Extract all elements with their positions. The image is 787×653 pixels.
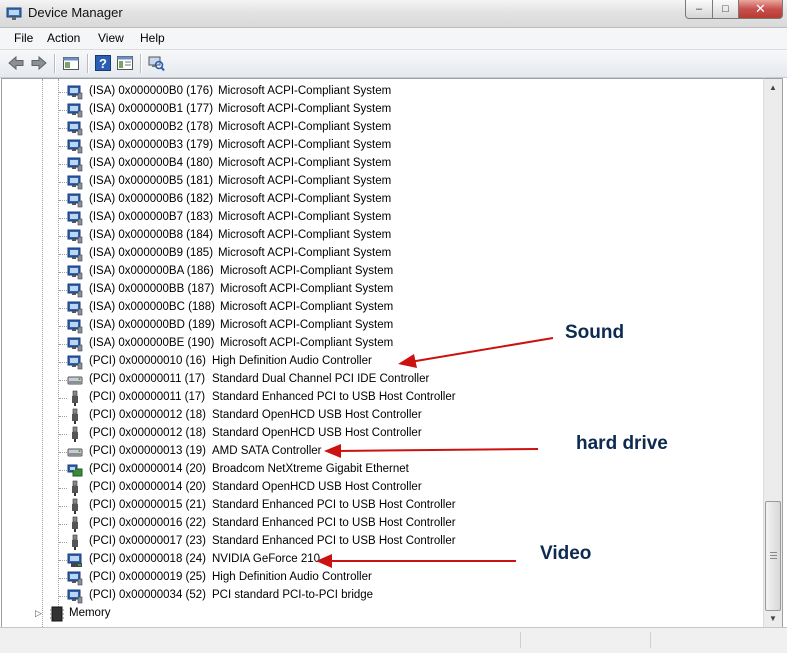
annotation-layer (316, 337, 554, 568)
sound-arrow (398, 337, 554, 368)
hard-drive-arrow (324, 444, 539, 458)
hard-drive-annotation: hard drive (576, 433, 668, 454)
video-annotation: Video (540, 543, 592, 564)
sound-annotation: Sound (565, 322, 625, 343)
video-arrow (316, 554, 516, 568)
